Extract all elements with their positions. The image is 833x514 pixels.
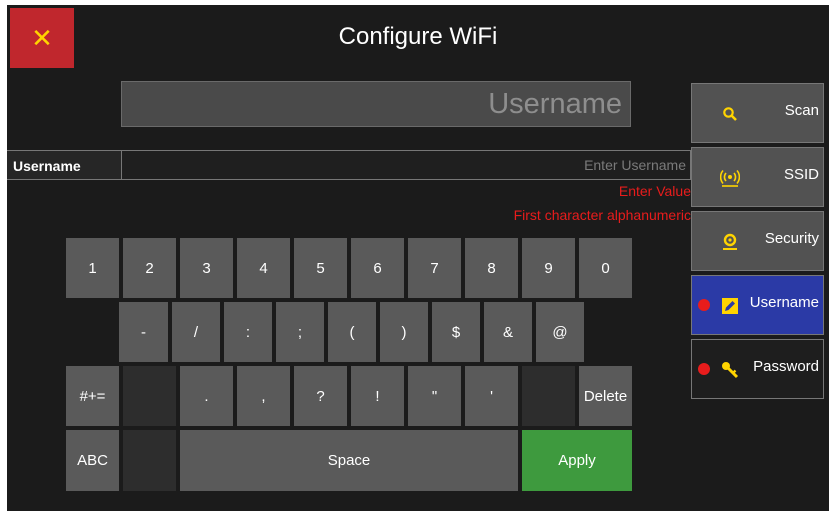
sidebar-item-label: Security <box>764 230 819 247</box>
abc-key[interactable]: ABC <box>66 430 119 491</box>
sidebar-item-label: Scan <box>784 102 819 119</box>
key-period[interactable]: . <box>180 366 233 426</box>
required-indicator <box>698 299 710 311</box>
key-4[interactable]: 4 <box>237 238 290 298</box>
error-enter-value: Enter Value <box>618 183 691 199</box>
blank-key <box>123 366 176 426</box>
field-label: Username <box>7 150 121 180</box>
key-exclamation[interactable]: ! <box>351 366 404 426</box>
key-5[interactable]: 5 <box>294 238 347 298</box>
key-dollar[interactable]: $ <box>432 302 480 362</box>
search-icon <box>720 104 740 124</box>
wifi-config-screen: ✕ Configure WiFi Username Username Enter… <box>7 5 829 511</box>
required-indicator <box>698 363 710 375</box>
sidebar-item-username[interactable]: Username <box>691 275 824 335</box>
key-2[interactable]: 2 <box>123 238 176 298</box>
sidebar-item-scan[interactable]: Scan <box>691 83 824 143</box>
key-9[interactable]: 9 <box>522 238 575 298</box>
apply-button[interactable]: Apply <box>522 430 632 491</box>
wifi-icon <box>720 168 740 188</box>
key-question[interactable]: ? <box>294 366 347 426</box>
key-single-quote[interactable]: ' <box>465 366 518 426</box>
security-icon <box>720 232 740 252</box>
symbols-toggle-key[interactable]: #+= <box>66 366 119 426</box>
page-title: Configure WiFi <box>338 23 498 50</box>
key-close-paren[interactable]: ) <box>380 302 428 362</box>
key-0[interactable]: 0 <box>579 238 632 298</box>
username-field-row: Username Enter Username <box>7 150 691 180</box>
key-3[interactable]: 3 <box>180 238 233 298</box>
key-colon[interactable]: : <box>224 302 272 362</box>
delete-key[interactable]: Delete <box>579 366 632 426</box>
key-icon <box>720 360 740 380</box>
sidebar-item-password[interactable]: Password <box>691 339 824 399</box>
key-at[interactable]: @ <box>536 302 584 362</box>
error-first-char: First character alphanumeric <box>513 207 691 223</box>
value-preview: Username <box>121 81 631 127</box>
blank-key <box>123 430 176 491</box>
key-1[interactable]: 1 <box>66 238 119 298</box>
key-ampersand[interactable]: & <box>484 302 532 362</box>
sidebar-item-ssid[interactable]: SSID <box>691 147 824 207</box>
sidebar-item-label: SSID <box>783 166 819 183</box>
edit-icon <box>720 296 740 316</box>
space-key[interactable]: Space <box>180 430 518 491</box>
key-8[interactable]: 8 <box>465 238 518 298</box>
key-open-paren[interactable]: ( <box>328 302 376 362</box>
key-semicolon[interactable]: ; <box>276 302 324 362</box>
key-7[interactable]: 7 <box>408 238 461 298</box>
blank-key <box>522 366 575 426</box>
key-comma[interactable]: , <box>237 366 290 426</box>
key-dash[interactable]: - <box>119 302 168 362</box>
sidebar-item-security[interactable]: Security <box>691 211 824 271</box>
key-6[interactable]: 6 <box>351 238 404 298</box>
key-slash[interactable]: / <box>172 302 220 362</box>
key-double-quote[interactable]: " <box>408 366 461 426</box>
username-input[interactable]: Enter Username <box>121 150 691 180</box>
sidebar-item-label: Password <box>753 358 819 375</box>
sidebar-item-label: Username <box>749 294 819 311</box>
